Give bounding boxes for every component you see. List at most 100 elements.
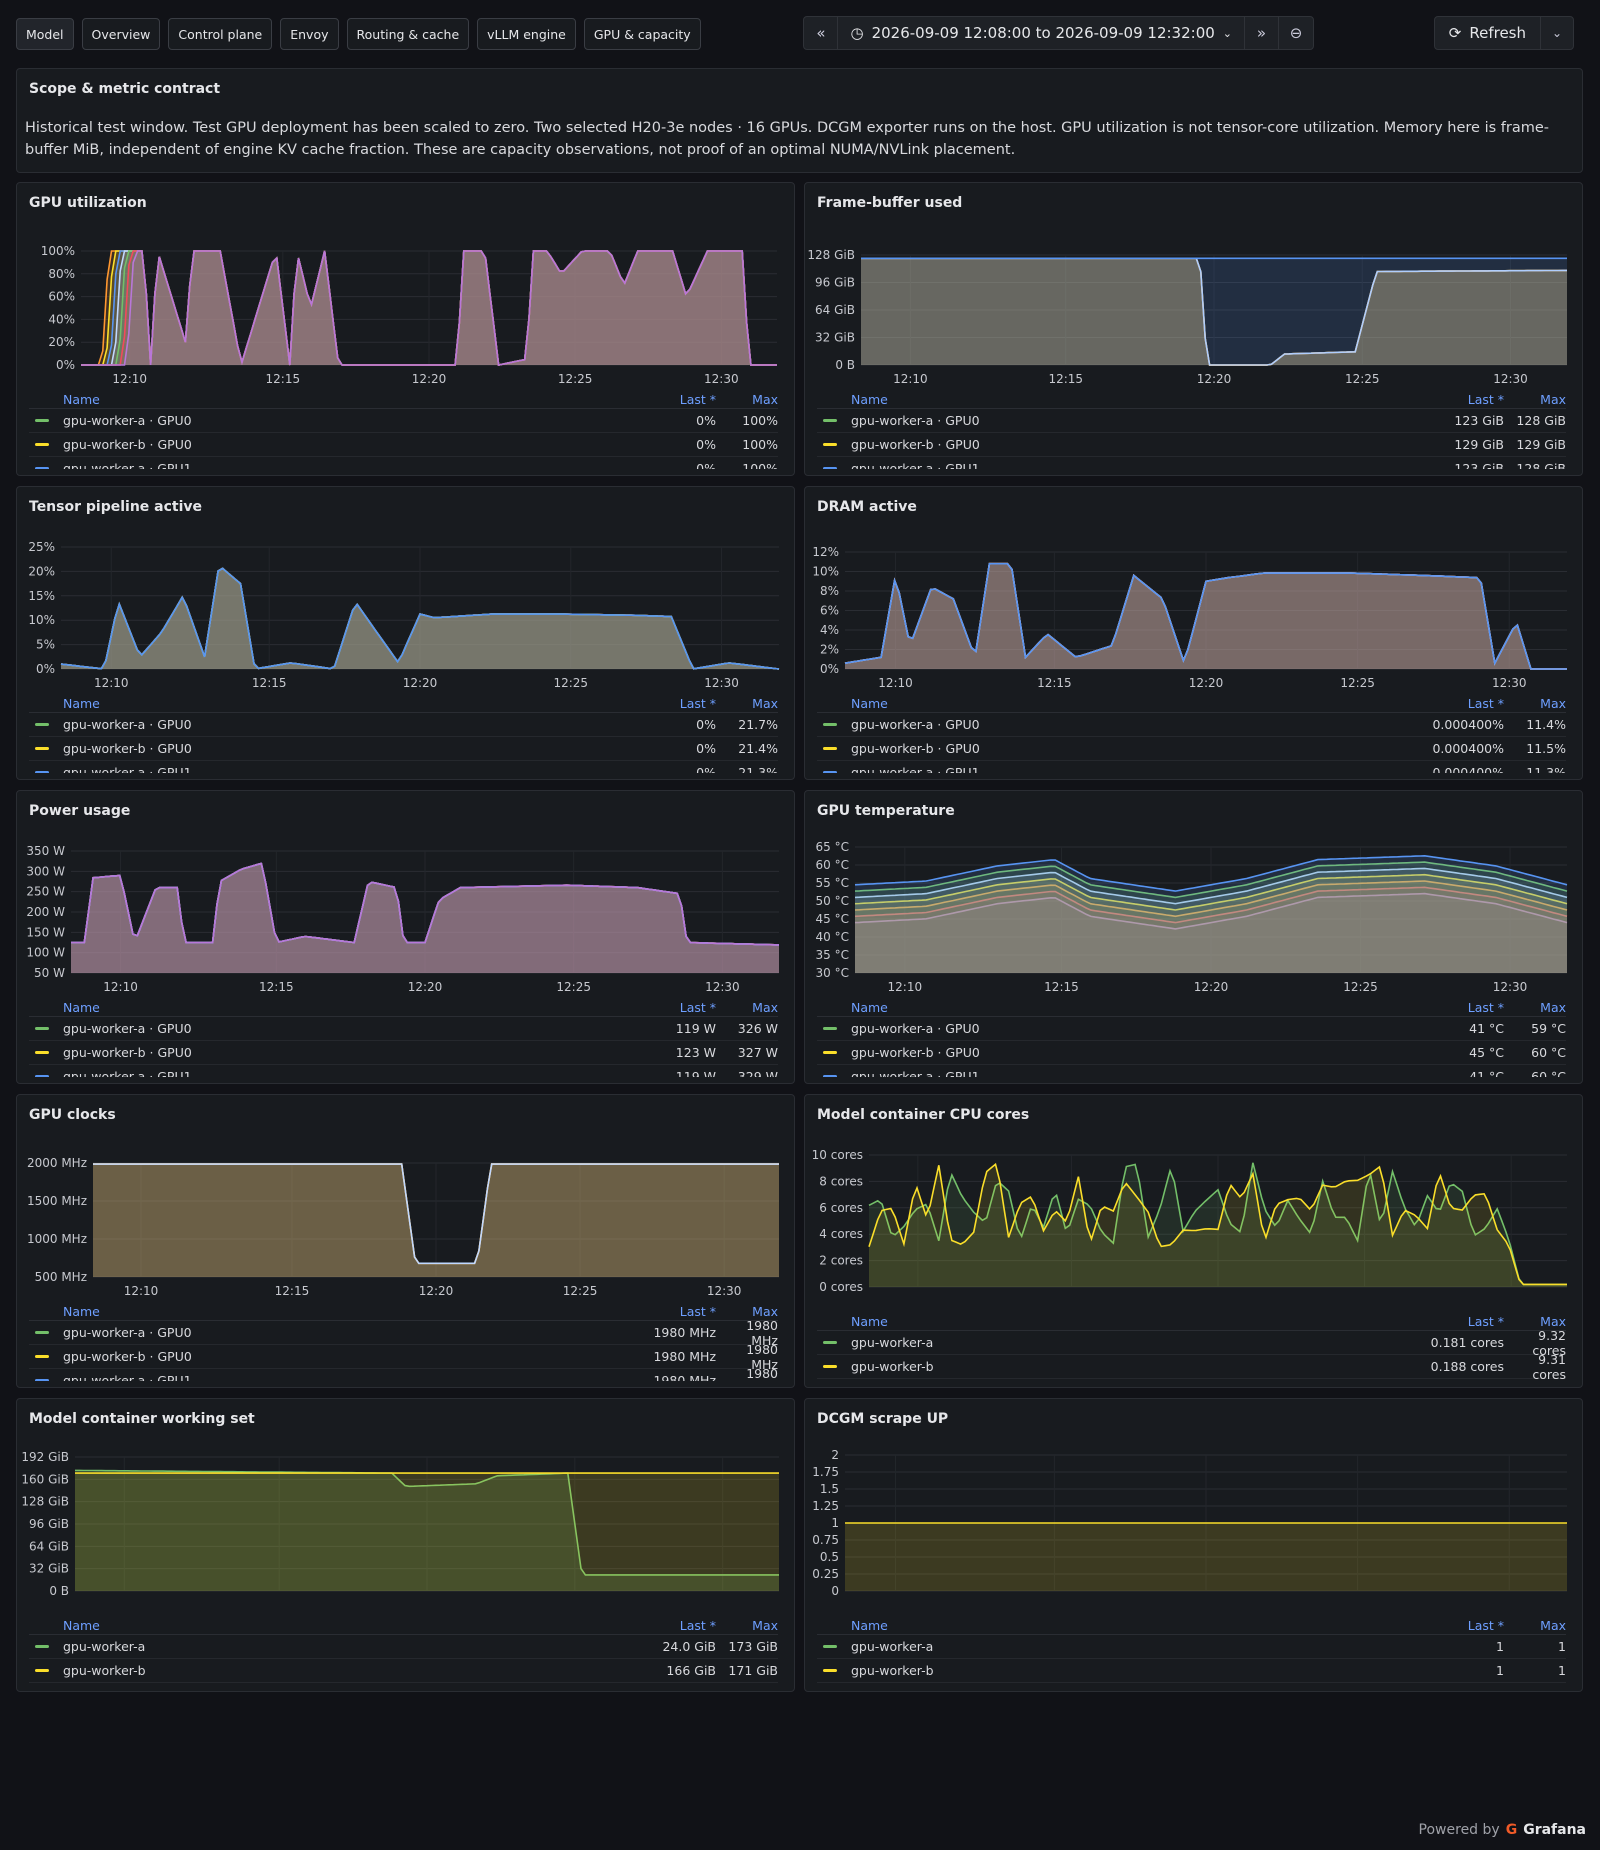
legend-row[interactable]: gpu-worker-a 24.0 GiB 173 GiB: [29, 1635, 778, 1659]
tab-gpu-capacity[interactable]: GPU & capacity: [583, 18, 701, 50]
legend-col-max[interactable]: Max: [716, 1618, 778, 1633]
chevrons-right-icon: »: [1256, 24, 1267, 42]
legend-col-last[interactable]: Last *: [596, 392, 716, 407]
legend-col-max[interactable]: Max: [716, 1000, 778, 1015]
legend-row[interactable]: gpu-worker-a · GPU0 119 W 326 W: [29, 1017, 778, 1041]
legend-col-last[interactable]: Last *: [596, 1000, 716, 1015]
legend-rows[interactable]: gpu-worker-a · GPU0 119 W 326 Wgpu-worker-…: [29, 1017, 778, 1077]
y-tick-label: 150 W: [26, 925, 65, 939]
legend-row[interactable]: gpu-worker-a · GPU0 1980 MHz 1980 MHz: [29, 1321, 778, 1348]
legend-row[interactable]: gpu-worker-a 0.181 cores 9.32 cores: [817, 1331, 1566, 1358]
legend-rows[interactable]: gpu-worker-a · GPU0 0% 100% gpu-worker-b · …: [29, 409, 778, 469]
legend-col-name[interactable]: Name: [29, 392, 596, 407]
legend-rows[interactable]: gpu-worker-a · GPU0 0% 21.7% gpu-worker-b ·…: [29, 713, 778, 773]
legend-row[interactable]: gpu-worker-a 1 1: [817, 1635, 1566, 1659]
chart-plot[interactable]: 192 GiB 160 GiB 128 GiB 96 GiB 64 GiB 32 GiB 0…: [17, 1399, 795, 1599]
legend-col-last[interactable]: Last *: [1384, 1314, 1504, 1329]
legend-row[interactable]: gpu-worker-a · GPU1 41 °C 60 °C: [817, 1065, 1566, 1077]
legend-row[interactable]: gpu-worker-b · GPU0 0% 100%: [29, 433, 778, 457]
series-color-swatch: [823, 1365, 837, 1368]
tab-control-plane[interactable]: Control plane: [168, 18, 273, 50]
chart-plot[interactable]: 128 GiB 96 GiB 64 GiB 32 GiB 0 B 12:10 12:15 12…: [805, 183, 1583, 383]
legend-row[interactable]: gpu-worker-a · GPU0 0.000400% 11.4%: [817, 713, 1566, 737]
chart-plot[interactable]: 65 °C 60 °C 55 °C 50 °C 45 °C 40 °C 35 °C 30 °C…: [805, 791, 1583, 991]
legend-rows[interactable]: gpu-worker-a 24.0 GiB 173 GiB gpu-worker-b 1…: [29, 1635, 778, 1685]
legend-col-last[interactable]: Last *: [1384, 1000, 1504, 1015]
legend-col-max[interactable]: Max: [1504, 1314, 1566, 1329]
tab-vllm-engine[interactable]: vLLM engine: [477, 18, 576, 50]
legend-col-max[interactable]: Max: [1504, 392, 1566, 407]
tab-routing-cache[interactable]: Routing & cache: [346, 18, 470, 50]
legend-row[interactable]: gpu-worker-b · GPU0 0.000400% 11.5%: [817, 737, 1566, 761]
legend-row[interactable]: gpu-worker-b 166 GiB 171 GiB: [29, 1659, 778, 1683]
legend-col-max[interactable]: Max: [716, 696, 778, 711]
refresh-interval-dropdown[interactable]: ⌄: [1541, 17, 1573, 49]
legend-row[interactable]: gpu-worker-b · GPU0 0% 21.4%: [29, 737, 778, 761]
legend-row[interactable]: gpu-worker-b · GPU0 129 GiB 129 GiB: [817, 433, 1566, 457]
chart-plot[interactable]: 2 1.75 1.5 1.25 1 0.75 0.5 0.25 0 12:10 12:15 12:20…: [805, 1399, 1583, 1599]
tab-model[interactable]: Model: [16, 18, 74, 50]
legend-row[interactable]: gpu-worker-a · GPU0 0% 100%: [29, 409, 778, 433]
legend-col-last[interactable]: Last *: [1384, 1618, 1504, 1633]
chart-plot[interactable]: 2000 MHz 1500 MHz 1000 MHz 500 MHz 12:10 12:1…: [17, 1095, 795, 1295]
legend-col-name[interactable]: Name: [817, 392, 1384, 407]
legend-row[interactable]: gpu-worker-b 1 1: [817, 1659, 1566, 1683]
legend-row[interactable]: gpu-worker-a · GPU1 0% 100%: [29, 457, 778, 469]
legend-row[interactable]: gpu-worker-a · GPU1 1980 MHz 1980 MHz: [29, 1366, 778, 1381]
legend-row[interactable]: gpu-worker-b · GPU0 123 W 327 W: [29, 1041, 778, 1065]
chart-plot[interactable]: 100% 80% 60% 40% 20% 0% 12:10 12:15 12:20 12:25 12…: [17, 183, 795, 383]
legend-col-name[interactable]: Name: [29, 1618, 596, 1633]
chart-plot[interactable]: 350 W 300 W 250 W 200 W 150 W 100 W 50 W 12:10 1…: [17, 791, 795, 991]
legend-col-last[interactable]: Last *: [596, 1304, 716, 1319]
legend-col-name[interactable]: Name: [817, 1314, 1384, 1329]
legend-col-last[interactable]: Last *: [596, 1618, 716, 1633]
legend-col-name[interactable]: Name: [817, 1618, 1384, 1633]
y-tick-label: 192 GiB: [21, 1450, 69, 1464]
legend-col-max[interactable]: Max: [716, 392, 778, 407]
legend-row[interactable]: gpu-worker-a · GPU1 119 W 329 W: [29, 1065, 778, 1077]
series-color-swatch: [35, 747, 49, 750]
legend-col-name[interactable]: Name: [29, 1000, 596, 1015]
legend-col-max[interactable]: Max: [1504, 1000, 1566, 1015]
legend-header: Name Last * Max: [817, 999, 1566, 1017]
legend-rows[interactable]: gpu-worker-a · GPU0 1980 MHz 1980 MHz gpu-w…: [29, 1321, 778, 1381]
zoom-out-button[interactable]: ⊖: [1279, 17, 1313, 49]
legend-row[interactable]: gpu-worker-a · GPU0 41 °C 59 °C: [817, 1017, 1566, 1041]
legend-row[interactable]: gpu-worker-a · GPU0 0% 21.7%: [29, 713, 778, 737]
legend-last-value: 45 °C: [1469, 1045, 1504, 1060]
legend-col-last[interactable]: Last *: [1384, 392, 1504, 407]
legend-col-max[interactable]: Max: [1504, 696, 1566, 711]
time-range-button[interactable]: ◷ 2026-09-09 12:08:00 to 2026-09-09 12:3…: [838, 17, 1245, 49]
legend-rows[interactable]: gpu-worker-a · GPU0 123 GiB 128 GiB gpu-wor…: [817, 409, 1566, 469]
legend-rows[interactable]: gpu-worker-a 0.181 cores 9.32 cores gpu-wor…: [817, 1331, 1566, 1381]
legend-row[interactable]: gpu-worker-a · GPU1 0.000400% 11.3%: [817, 761, 1566, 773]
legend-col-name[interactable]: Name: [29, 1304, 596, 1319]
chart-plot[interactable]: 12% 10% 8% 6% 4% 2% 0% 12:10 12:15 12:20 12:25 12:3…: [805, 487, 1583, 687]
legend-col-name[interactable]: Name: [817, 696, 1384, 711]
legend-row[interactable]: gpu-worker-b · GPU0 1980 MHz 1980 MHz: [29, 1342, 778, 1372]
legend-col-last[interactable]: Last *: [596, 696, 716, 711]
legend-col-name[interactable]: Name: [817, 1000, 1384, 1015]
legend-row[interactable]: gpu-worker-a · GPU0 123 GiB 128 GiB: [817, 409, 1566, 433]
legend-row[interactable]: gpu-worker-b · GPU0 45 °C 60 °C: [817, 1041, 1566, 1065]
legend-col-max[interactable]: Max: [1504, 1618, 1566, 1633]
legend-row[interactable]: gpu-worker-b 0.188 cores 9.31 cores: [817, 1352, 1566, 1381]
legend-series-name: gpu-worker-b · GPU0: [851, 741, 980, 756]
footer-brand[interactable]: Grafana: [1523, 1822, 1586, 1838]
tab-envoy[interactable]: Envoy: [280, 18, 339, 50]
chart-plot[interactable]: 10 cores 8 cores 6 cores 4 cores 2 cores 0 co…: [805, 1095, 1583, 1295]
time-back-button[interactable]: «: [804, 17, 839, 49]
legend-row[interactable]: gpu-worker-a · GPU1 0% 21.3%: [29, 761, 778, 773]
legend-rows[interactable]: gpu-worker-a · GPU0 41 °C 59 °C gpu-worker-…: [817, 1017, 1566, 1077]
legend-rows[interactable]: gpu-worker-a 1 1 gpu-worker-b 1 1: [817, 1635, 1566, 1685]
legend-col-name[interactable]: Name: [29, 696, 596, 711]
legend-col-max[interactable]: Max: [716, 1304, 778, 1319]
chart-plot[interactable]: 25% 20% 15% 10% 5% 0% 12:10 12:15 12:20 12:25 12:3…: [17, 487, 795, 687]
time-forward-button[interactable]: »: [1245, 17, 1279, 49]
tab-overview[interactable]: Overview: [81, 18, 161, 50]
legend-row[interactable]: gpu-worker-a · GPU1 123 GiB 128 GiB: [817, 457, 1566, 469]
legend-series-name: gpu-worker-a · GPU1: [851, 765, 980, 773]
legend-rows[interactable]: gpu-worker-a · GPU0 0.000400% 11.4% gpu-wor…: [817, 713, 1566, 773]
legend-col-last[interactable]: Last *: [1384, 696, 1504, 711]
refresh-button[interactable]: ⟳ Refresh: [1435, 17, 1541, 49]
